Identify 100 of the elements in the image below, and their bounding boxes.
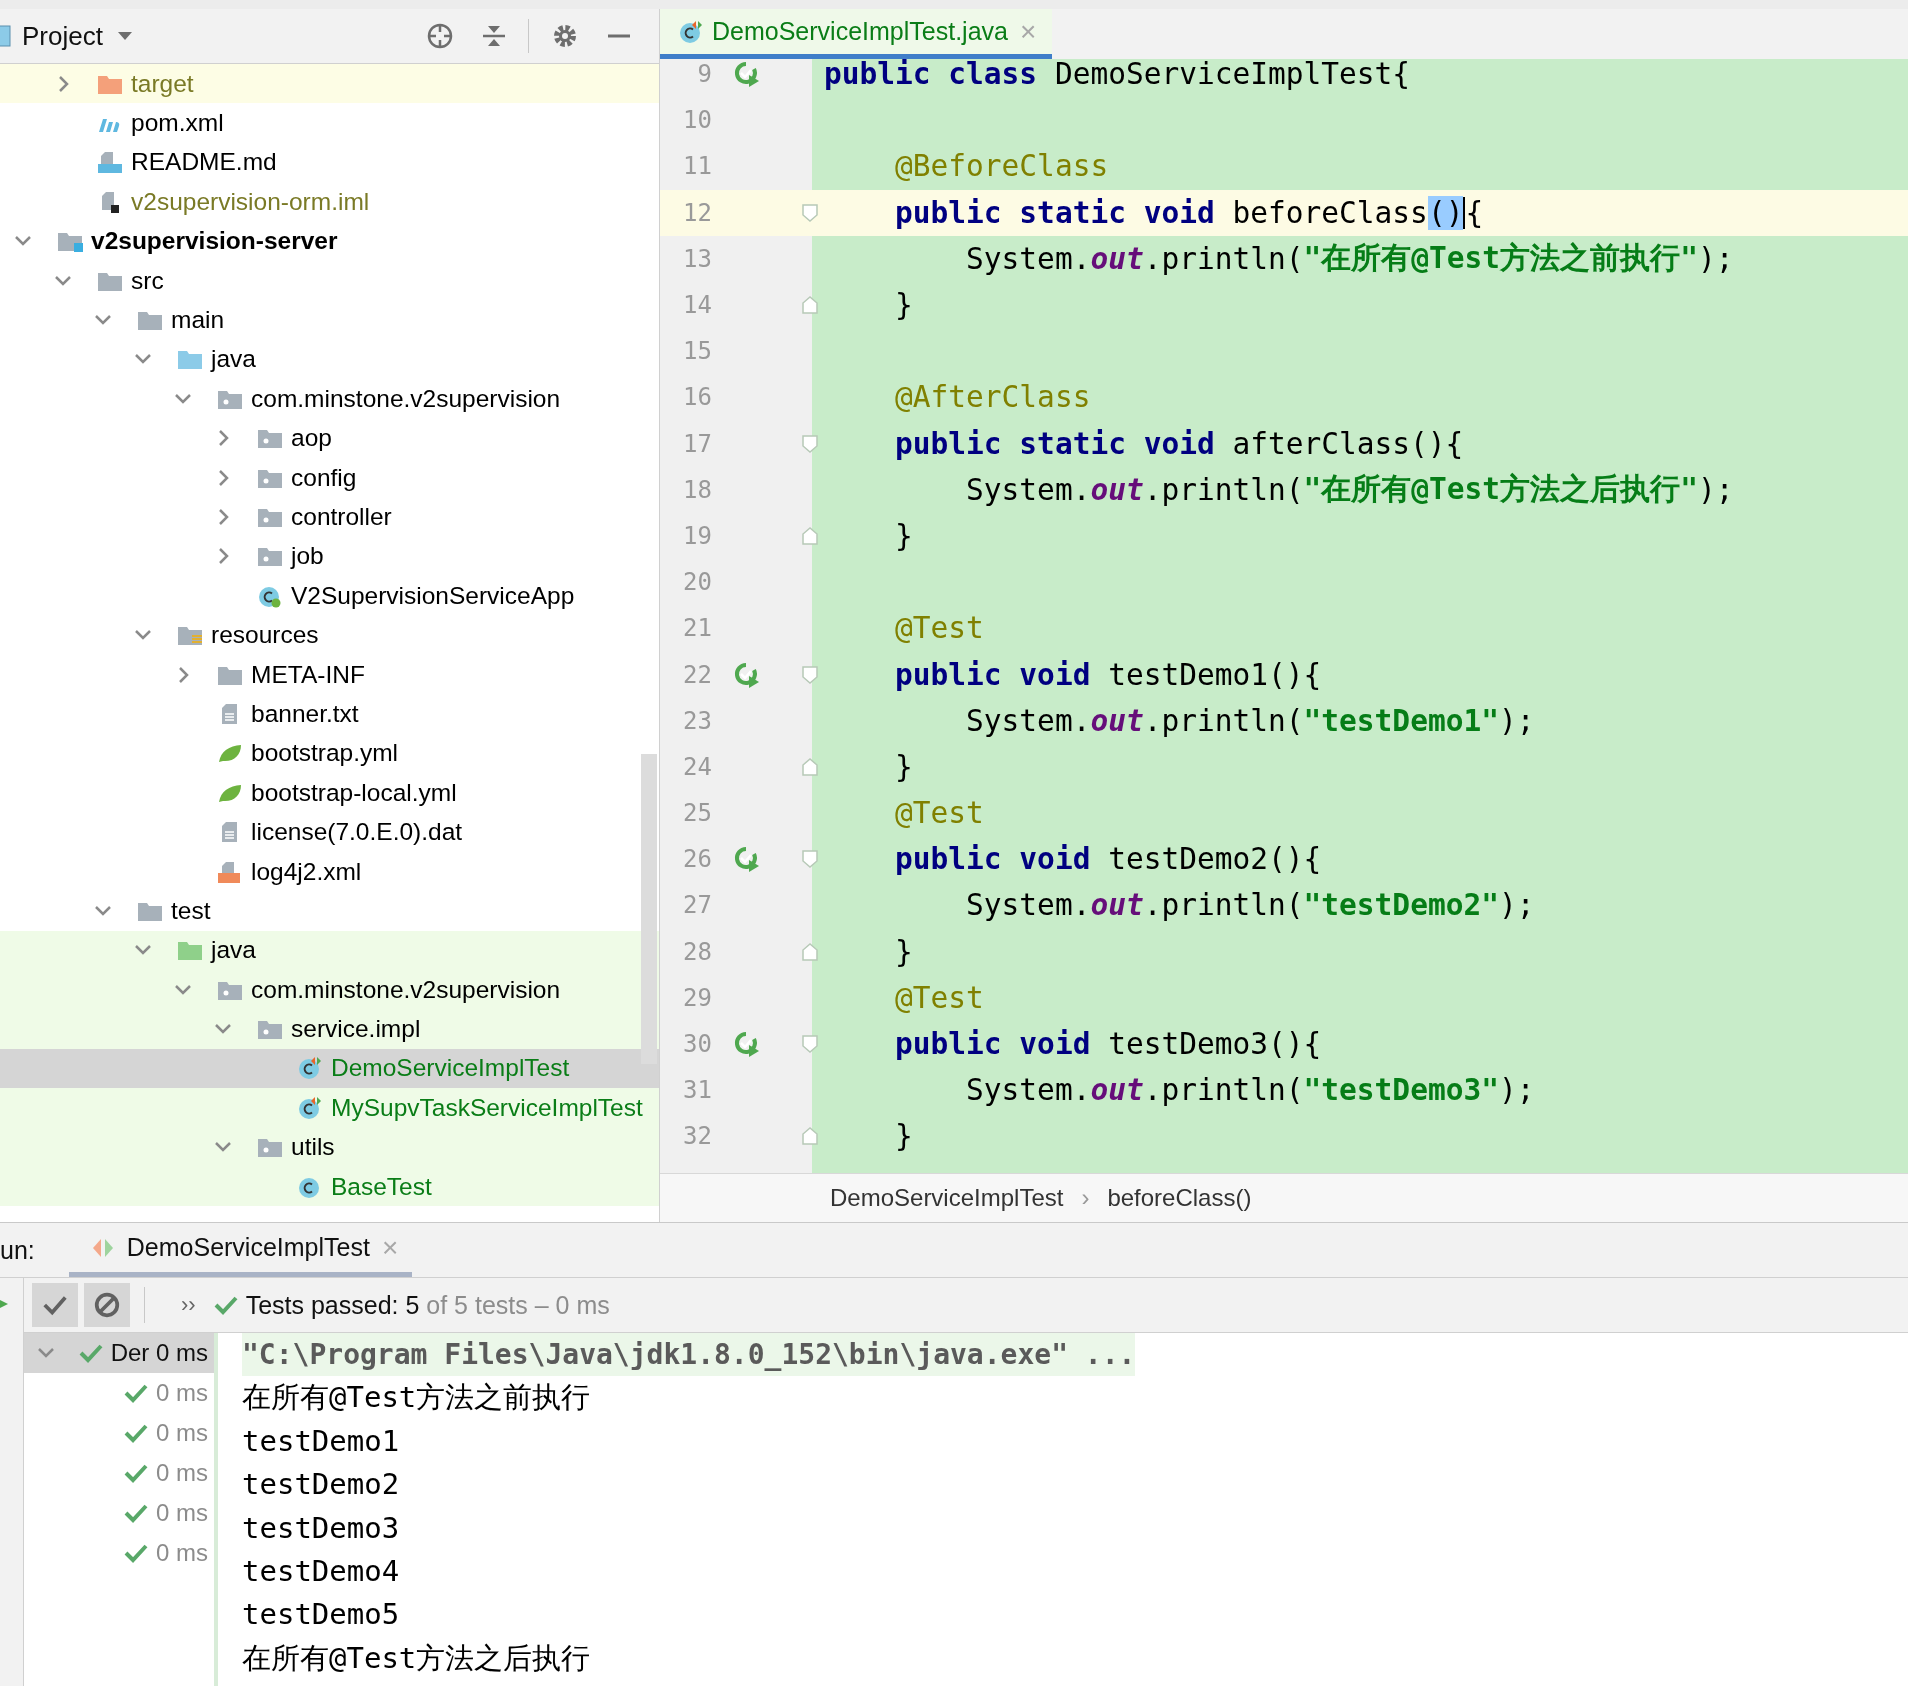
line-number: 15 <box>682 337 712 366</box>
tree-item[interactable]: com.minstone.v2supervision <box>0 379 659 419</box>
code-line: @Test <box>895 980 984 1015</box>
tree-item[interactable]: src <box>0 260 659 301</box>
tree-item[interactable]: banner.txt <box>0 694 659 734</box>
panel-icon <box>0 24 12 48</box>
settings-icon[interactable] <box>551 22 579 50</box>
line-number: 20 <box>682 568 712 597</box>
code-line: public void testDemo1(){ <box>895 657 1322 692</box>
fold-marker-icon[interactable] <box>802 665 818 684</box>
fold-marker-icon[interactable] <box>802 296 818 315</box>
code-line: System.out.println("testDemo2"); <box>966 888 1535 923</box>
panel-title[interactable]: Project <box>22 20 103 52</box>
tree-item[interactable]: utils <box>0 1127 659 1167</box>
tree-item[interactable]: license(7.0.E.0).dat <box>0 812 659 852</box>
class-icon <box>297 1095 323 1120</box>
tree-item[interactable]: main <box>0 300 659 340</box>
tree-item[interactable]: java <box>0 339 659 380</box>
line-number: 25 <box>682 799 712 828</box>
show-ignored-button[interactable] <box>84 1283 130 1327</box>
tree-item[interactable]: pom.xml <box>0 103 659 143</box>
code-line: public static void beforeClass(){ <box>895 195 1484 230</box>
fold-marker-icon[interactable] <box>802 1035 818 1054</box>
console-line: 在所有@Test方法之前执行 <box>242 1379 591 1417</box>
fold-marker-icon[interactable] <box>802 203 818 222</box>
tree-item[interactable]: META-INF <box>0 654 659 695</box>
breadcrumb-separator: › <box>1081 1184 1090 1212</box>
fold-marker-icon[interactable] <box>802 942 818 961</box>
line-number: 19 <box>682 521 712 550</box>
code-line: public static void afterClass(){ <box>895 426 1464 461</box>
more-button[interactable]: ›› <box>181 1292 196 1318</box>
code-line: public void testDemo3(){ <box>895 1027 1322 1062</box>
scrollbar[interactable] <box>641 754 657 1064</box>
code-line: System.out.println("在所有@Test方法之前执行"); <box>966 239 1734 278</box>
line-number: 32 <box>682 1122 712 1151</box>
tree-item[interactable]: log4j2.xml <box>0 851 659 892</box>
tree-item[interactable]: com.minstone.v2supervision <box>0 970 659 1010</box>
line-number: 29 <box>682 983 712 1012</box>
breadcrumb[interactable]: DemoServiceImplTest <box>830 1184 1064 1212</box>
tree-item[interactable]: v2supervision-orm.iml <box>0 182 659 222</box>
tree-item[interactable]: v2supervision-server <box>0 221 659 261</box>
fold-marker-icon[interactable] <box>802 526 818 545</box>
line-number: 16 <box>682 383 712 412</box>
line-number: 17 <box>682 429 712 458</box>
crosshair-icon[interactable] <box>426 22 454 50</box>
run-icon[interactable] <box>734 846 760 873</box>
line-number: 31 <box>682 1076 712 1105</box>
code-line: @BeforeClass <box>895 149 1109 184</box>
prohibited-icon <box>93 1291 121 1319</box>
tree-item[interactable]: aop <box>0 418 659 458</box>
run-icon[interactable] <box>734 1031 760 1058</box>
fold-marker-icon[interactable] <box>802 757 818 776</box>
test-node[interactable]: Der 0 ms <box>24 1333 214 1373</box>
show-passed-button[interactable] <box>32 1283 78 1327</box>
run-icon[interactable] <box>734 661 760 688</box>
code-line: System.out.println("testDemo1"); <box>966 703 1535 738</box>
line-number: 11 <box>682 152 712 181</box>
code-line: } <box>895 288 913 323</box>
breadcrumb[interactable]: beforeClass() <box>1107 1184 1252 1212</box>
tree-item[interactable]: MySupvTaskServiceImplTest <box>0 1088 659 1128</box>
line-number: 30 <box>682 1030 712 1059</box>
line-number: 14 <box>682 291 712 320</box>
class-icon <box>297 1056 323 1081</box>
tree-item[interactable]: controller <box>0 497 659 537</box>
line-number: 24 <box>682 752 712 781</box>
run-icon[interactable] <box>734 61 760 88</box>
fold-marker-icon[interactable] <box>802 1127 818 1146</box>
tree-item[interactable]: DemoServiceImplTest <box>0 1048 659 1089</box>
console-line: testDemo3 <box>242 1509 400 1547</box>
tree-item[interactable]: BaseTest <box>0 1166 659 1207</box>
editor-tab[interactable]: DemoServiceImplTest.java × <box>660 9 1053 59</box>
code-line: public void testDemo2(){ <box>895 842 1322 877</box>
fold-marker-icon[interactable] <box>802 850 818 869</box>
tree-item[interactable]: bootstrap-local.yml <box>0 773 659 813</box>
dropdown-caret-icon[interactable] <box>116 31 133 41</box>
code-line: @AfterClass <box>895 380 1091 415</box>
console-line: 在所有@Test方法之后执行 <box>242 1639 591 1677</box>
tree-item[interactable]: V2SupervisionServiceApp <box>0 576 659 616</box>
line-number: 21 <box>682 614 712 643</box>
code-line: } <box>895 749 913 784</box>
tree-item[interactable]: service.impl <box>0 1009 659 1049</box>
tree-item[interactable]: target <box>0 64 659 104</box>
code-line: public class DemoServiceImplTest{ <box>824 59 1411 92</box>
panel-label: un: <box>0 1235 35 1265</box>
tree-item[interactable]: job <box>0 536 659 577</box>
test-summary: Tests passed: 5 of 5 tests – 0 ms <box>245 1290 610 1320</box>
code-line: } <box>895 934 913 969</box>
code-line: System.out.println("在所有@Test方法之后执行"); <box>966 470 1734 509</box>
line-number: 23 <box>682 706 712 735</box>
line-number: 13 <box>682 244 712 273</box>
tree-item[interactable]: bootstrap.yml <box>0 733 659 774</box>
tree-item[interactable]: java <box>0 930 659 970</box>
tree-item[interactable]: README.md <box>0 142 659 183</box>
tree-item[interactable]: config <box>0 457 659 498</box>
tree-item[interactable]: test <box>0 891 659 931</box>
tree-item[interactable]: resources <box>0 615 659 655</box>
class-icon <box>678 19 704 44</box>
console-line: testDemo5 <box>242 1596 400 1634</box>
console-line: testDemo1 <box>242 1422 400 1460</box>
fold-marker-icon[interactable] <box>802 434 818 453</box>
